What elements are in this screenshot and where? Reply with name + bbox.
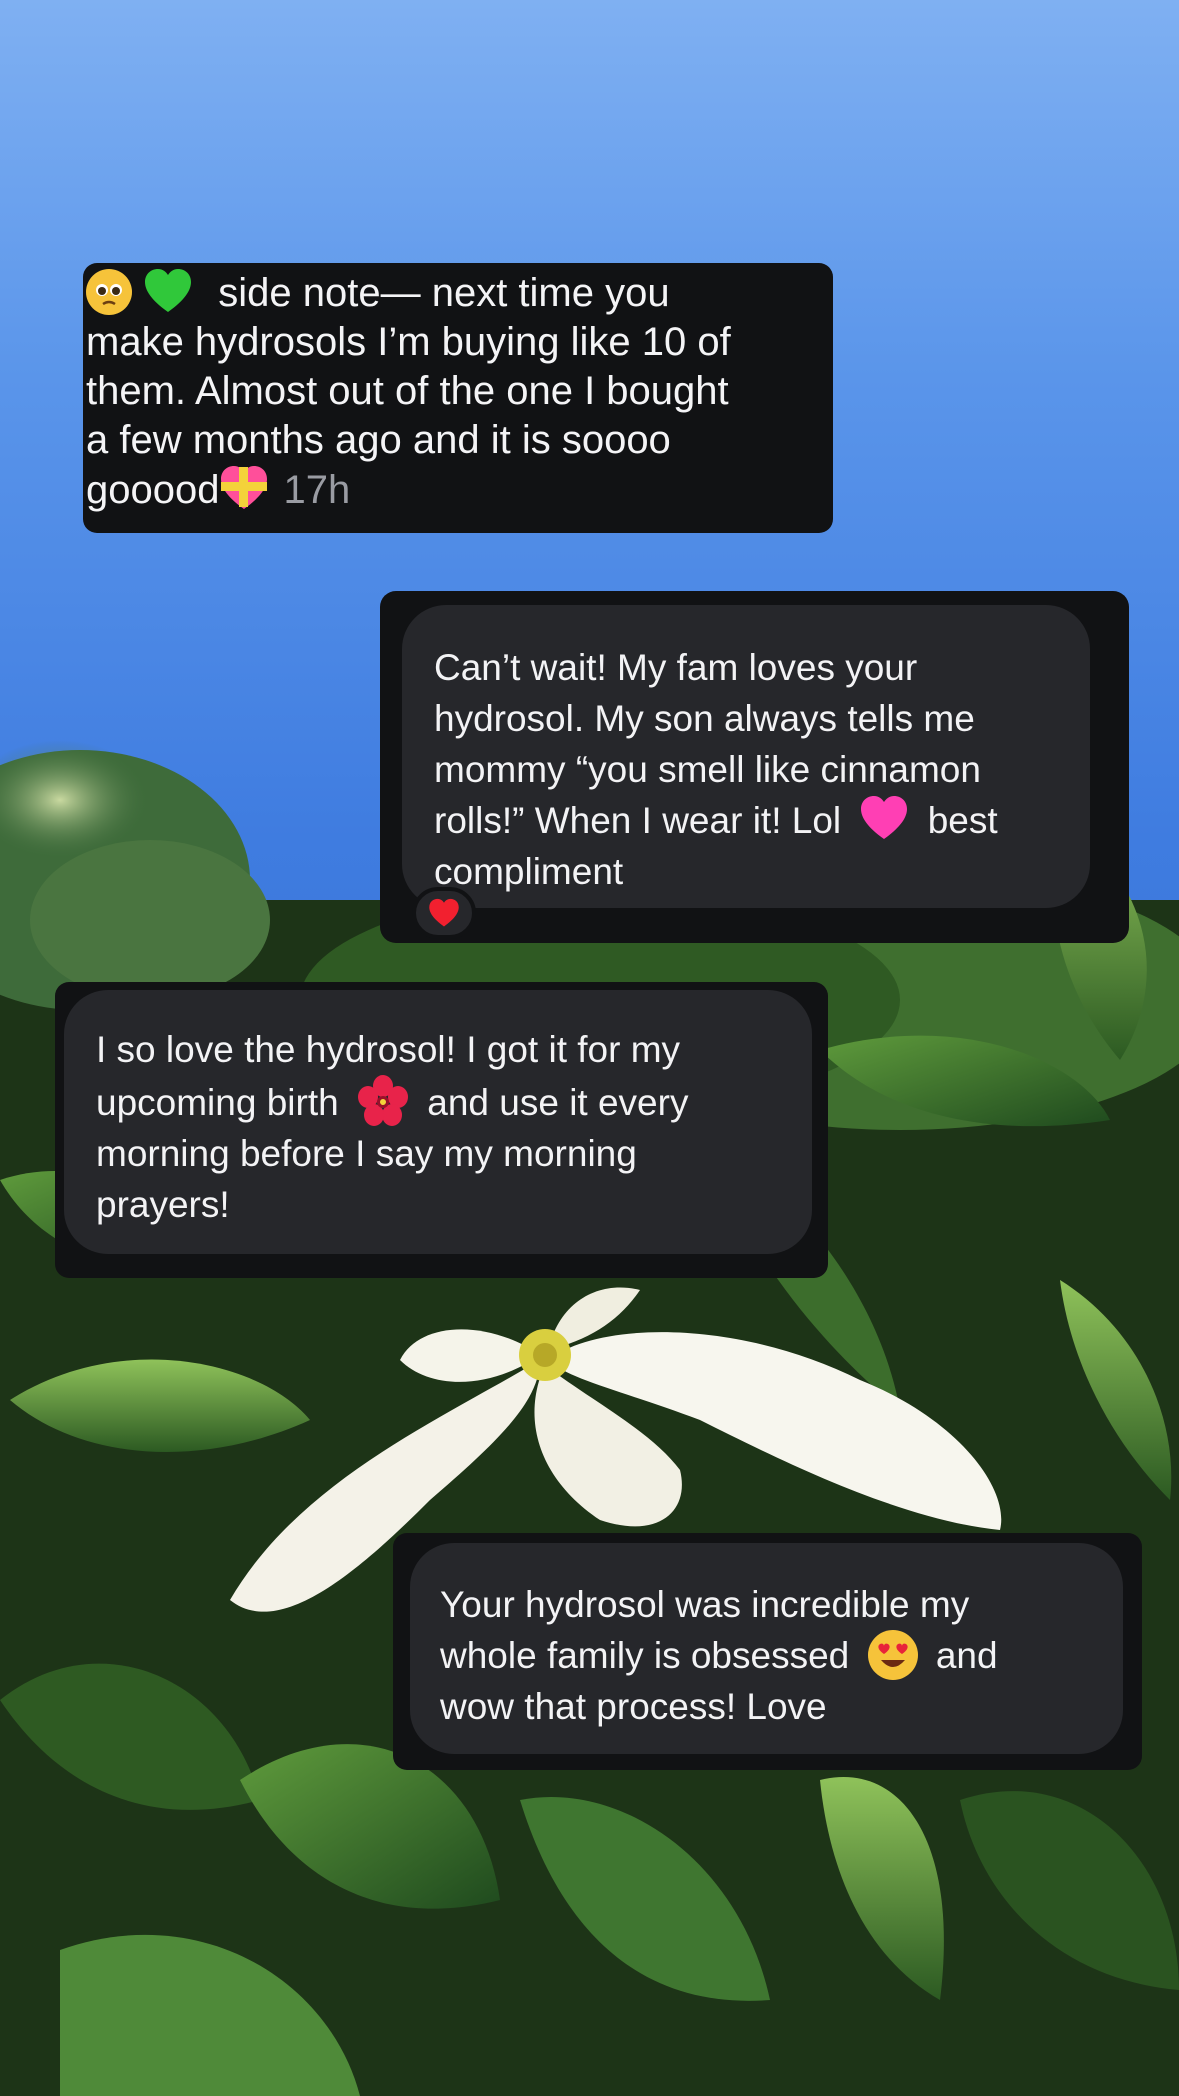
message-screenshot-1: side note— next time you make hydrosols …: [83, 263, 833, 533]
message-line: rolls!” When I wear it! Lol: [434, 800, 842, 841]
message-line: hydrosol. My son always tells me: [434, 698, 975, 739]
message-text: side note— next time you make hydrosols …: [86, 268, 831, 515]
message-screenshot-3: I so love the hydrosol! I got it for my …: [55, 982, 828, 1278]
message-line: a few months ago and it is soooo: [86, 418, 671, 462]
message-line: gooood: [86, 468, 220, 512]
message-line: best: [927, 800, 998, 841]
message-line: make hydrosols I’m buying like 10 of: [86, 320, 731, 364]
message-screenshot-4: Your hydrosol was incredible my whole fa…: [393, 1533, 1142, 1770]
message-line: I so love the hydrosol! I got it for my: [96, 1029, 681, 1070]
message-line: wow that process! Love: [440, 1686, 827, 1727]
message-line: compliment: [434, 851, 624, 892]
message-bubble: I so love the hydrosol! I got it for my …: [64, 990, 812, 1254]
message-line: morning before I say my morning: [96, 1133, 637, 1174]
pleading-face-emoji: [86, 269, 132, 315]
message-line: them. Almost out of the one I bought: [86, 369, 729, 413]
reaction-badge[interactable]: [412, 887, 476, 939]
message-line: side note— next time you: [218, 271, 670, 315]
red-heart-emoji: [429, 898, 459, 927]
pink-heart-emoji: [861, 796, 908, 839]
message-line: mommy “you smell like cinnamon: [434, 749, 981, 790]
message-line: Your hydrosol was incredible my: [440, 1584, 970, 1625]
hibiscus-emoji: [357, 1075, 408, 1126]
heart-eyes-emoji: [867, 1630, 918, 1680]
green-heart-emoji: [145, 269, 192, 312]
timestamp: 17h: [283, 468, 351, 512]
message-screenshot-2: Can’t wait! My fam loves your hydrosol. …: [380, 591, 1129, 943]
message-line: whole family is obsessed: [440, 1635, 850, 1676]
message-line: upcoming birth: [96, 1082, 339, 1123]
heart-with-ribbon-emoji: [221, 466, 268, 509]
message-line: prayers!: [96, 1184, 230, 1225]
message-bubble: Your hydrosol was incredible my whole fa…: [410, 1543, 1123, 1754]
message-bubble: Can’t wait! My fam loves your hydrosol. …: [402, 605, 1090, 908]
message-line: and: [935, 1635, 998, 1676]
message-line: and use it every: [427, 1082, 689, 1123]
message-line: Can’t wait! My fam loves your: [434, 647, 918, 688]
